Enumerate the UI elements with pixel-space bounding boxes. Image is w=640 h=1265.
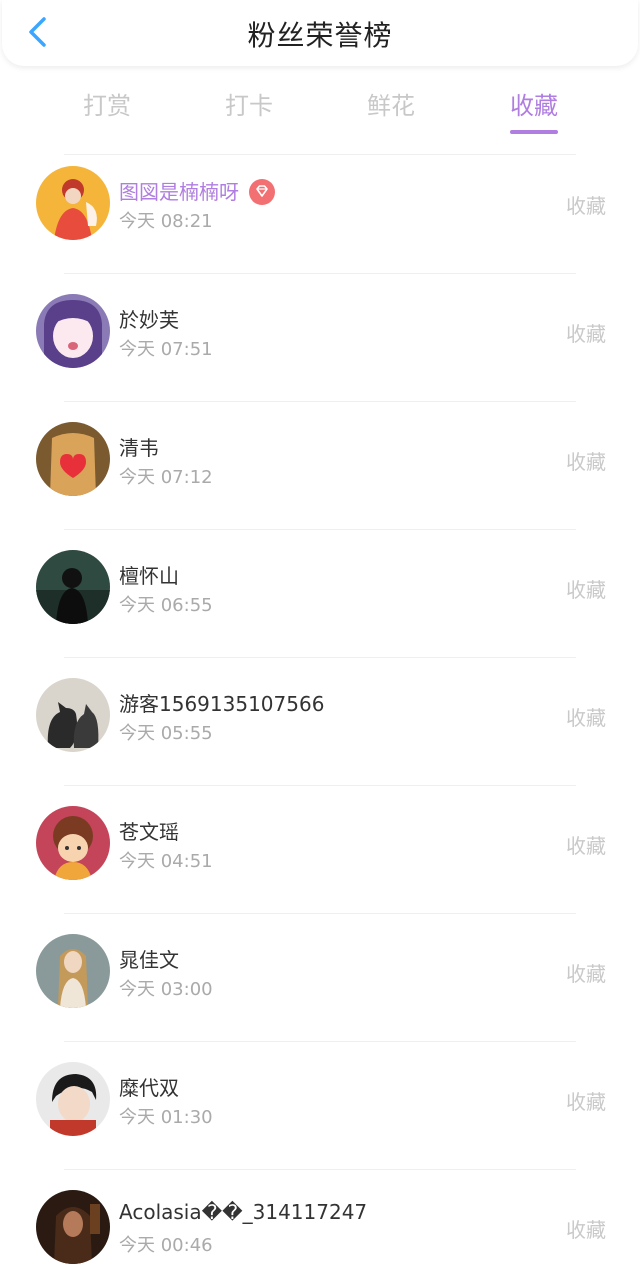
divider <box>64 1169 576 1170</box>
timestamp: 今天 07:12 <box>119 467 213 488</box>
user-name: 图図是楠楠呀 <box>119 176 275 207</box>
avatar[interactable] <box>36 294 110 368</box>
list-item[interactable]: 檀怀山 今天 06:55 收藏 <box>0 538 640 666</box>
user-name: 晁佳文 <box>119 948 179 972</box>
list-item[interactable]: 苍文瑶 今天 04:51 收藏 <box>0 794 640 922</box>
timestamp: 今天 07:51 <box>119 339 213 360</box>
avatar-image <box>36 550 110 624</box>
divider <box>64 1041 576 1042</box>
favorite-label: 收藏 <box>566 962 606 986</box>
favorite-label: 收藏 <box>566 322 606 346</box>
tab-label: 打卡 <box>225 92 273 120</box>
avatar-image <box>36 678 110 752</box>
user-name: 游客1569135107566 <box>119 692 325 716</box>
tab-reward[interactable]: 打赏 <box>57 86 157 134</box>
favorite-label: 收藏 <box>566 1090 606 1114</box>
page-title: 粉丝荣誉榜 <box>247 19 393 52</box>
avatar-image <box>36 422 110 496</box>
divider <box>64 913 576 914</box>
user-name-text: 图図是楠楠呀 <box>119 180 239 204</box>
timestamp: 今天 05:55 <box>119 723 213 744</box>
diamond-icon <box>249 178 275 205</box>
timestamp: 今天 08:21 <box>119 211 213 232</box>
list-item[interactable]: 於妙芙 今天 07:51 收藏 <box>0 282 640 410</box>
divider <box>64 529 576 530</box>
avatar[interactable] <box>36 550 110 624</box>
timestamp: 今天 03:00 <box>119 979 213 1000</box>
avatar-image <box>36 806 110 880</box>
tab-checkin[interactable]: 打卡 <box>199 86 299 134</box>
timestamp: 今天 00:46 <box>119 1235 213 1256</box>
active-tab-indicator <box>510 130 558 134</box>
divider <box>64 273 576 274</box>
user-name: Acolasia��_314117247 <box>119 1200 368 1224</box>
avatar-image <box>36 1190 110 1264</box>
timestamp: 今天 06:55 <box>119 595 213 616</box>
user-name: 苍文瑶 <box>119 820 179 844</box>
tab-label: 鲜花 <box>367 92 415 120</box>
user-name: 檀怀山 <box>119 564 179 588</box>
divider <box>64 401 576 402</box>
avatar[interactable] <box>36 1062 110 1136</box>
avatar-image <box>36 294 110 368</box>
tab-label: 收藏 <box>510 92 558 120</box>
avatar-image <box>36 166 110 240</box>
avatar[interactable] <box>36 1190 110 1264</box>
favorite-label: 收藏 <box>566 706 606 730</box>
avatar-image <box>36 934 110 1008</box>
avatar[interactable] <box>36 678 110 752</box>
list-item[interactable]: Acolasia��_314117247 今天 00:46 收藏 <box>0 1178 640 1265</box>
timestamp: 今天 04:51 <box>119 851 213 872</box>
favorite-label: 收藏 <box>566 578 606 602</box>
app-header: 粉丝荣誉榜 <box>2 0 638 66</box>
avatar[interactable] <box>36 806 110 880</box>
timestamp: 今天 01:30 <box>119 1107 213 1128</box>
favorite-label: 收藏 <box>566 834 606 858</box>
avatar-image <box>36 1062 110 1136</box>
divider <box>64 657 576 658</box>
avatar[interactable] <box>36 422 110 496</box>
favorite-label: 收藏 <box>566 1218 606 1242</box>
list-item[interactable]: 糜代双 今天 01:30 收藏 <box>0 1050 640 1178</box>
divider <box>64 785 576 786</box>
list-item[interactable]: 游客1569135107566 今天 05:55 收藏 <box>0 666 640 794</box>
list-item[interactable]: 图図是楠楠呀 今天 08:21 收藏 <box>0 154 640 282</box>
user-name: 於妙芙 <box>119 308 179 332</box>
user-name: 糜代双 <box>119 1076 179 1100</box>
avatar[interactable] <box>36 166 110 240</box>
user-name: 清韦 <box>119 436 159 460</box>
tab-label: 打赏 <box>83 92 131 120</box>
favorite-label: 收藏 <box>566 194 606 218</box>
favorite-label: 收藏 <box>566 450 606 474</box>
tab-bar: 打赏 打卡 鲜花 收藏 <box>0 80 640 138</box>
list-item[interactable]: 清韦 今天 07:12 收藏 <box>0 410 640 538</box>
list-item[interactable]: 晁佳文 今天 03:00 收藏 <box>0 922 640 1050</box>
tab-favorites[interactable]: 收藏 <box>484 86 584 134</box>
avatar[interactable] <box>36 934 110 1008</box>
tab-flowers[interactable]: 鲜花 <box>341 86 441 134</box>
